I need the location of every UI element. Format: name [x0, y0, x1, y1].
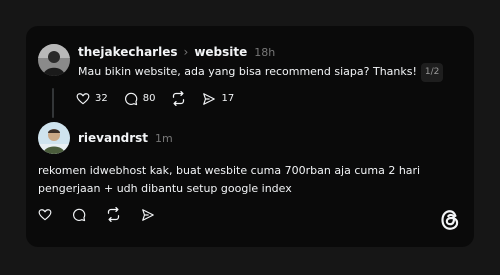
reply-body: rekomen idwebhost kak, buat wesbite cuma… — [38, 162, 458, 198]
post-body: Mau bikin website, ada yang bisa recomme… — [78, 63, 444, 82]
reply-actions — [38, 207, 171, 222]
send-icon — [203, 92, 216, 105]
reply-header: rievandrst 1m — [78, 130, 173, 146]
send-icon — [142, 208, 154, 221]
comment-count: 80 — [142, 93, 156, 104]
comment-button[interactable]: 80 — [124, 92, 156, 106]
avatar-rievandrst[interactable] — [38, 122, 70, 154]
reply-share-button[interactable] — [141, 208, 155, 222]
reply-text-line2: pengerjaan + udh dibantu setup google in… — [38, 182, 292, 195]
share-button[interactable]: 17 — [202, 92, 234, 106]
repost-button[interactable] — [171, 91, 186, 106]
thread-line — [52, 88, 54, 118]
heart-icon — [38, 208, 52, 220]
post-topic[interactable]: website — [194, 45, 247, 59]
reply-username[interactable]: rievandrst — [78, 131, 148, 145]
avatar-thejakecharles[interactable] — [38, 44, 70, 76]
like-button[interactable]: 32 — [76, 92, 108, 106]
post-header: thejakecharles › website 18h — [78, 44, 275, 60]
heart-icon — [76, 92, 90, 104]
post-pager[interactable]: 1/2 — [420, 63, 444, 82]
reply-like-button[interactable] — [38, 208, 52, 222]
chevron-right-icon: › — [183, 45, 189, 59]
repost-icon — [173, 91, 185, 106]
reply-comment-button[interactable] — [72, 208, 86, 222]
threads-logo-icon[interactable] — [440, 209, 460, 235]
comment-icon — [73, 208, 86, 221]
reply-time: 1m — [155, 131, 173, 145]
reply-text-line1: rekomen idwebhost kak, buat wesbite cuma… — [38, 164, 421, 177]
repost-icon — [107, 207, 120, 222]
post-actions: 32 80 17 — [76, 91, 250, 106]
like-count: 32 — [95, 93, 108, 104]
post-username[interactable]: thejakecharles — [78, 45, 178, 59]
comment-icon — [124, 92, 137, 105]
threads-card: thejakecharles › website 18h Mau bikin w… — [26, 26, 474, 247]
reply-repost-button[interactable] — [106, 207, 121, 222]
post-time: 18h — [254, 45, 276, 59]
post-text: Mau bikin website, ada yang bisa recomme… — [78, 65, 417, 78]
share-count: 17 — [221, 93, 235, 104]
